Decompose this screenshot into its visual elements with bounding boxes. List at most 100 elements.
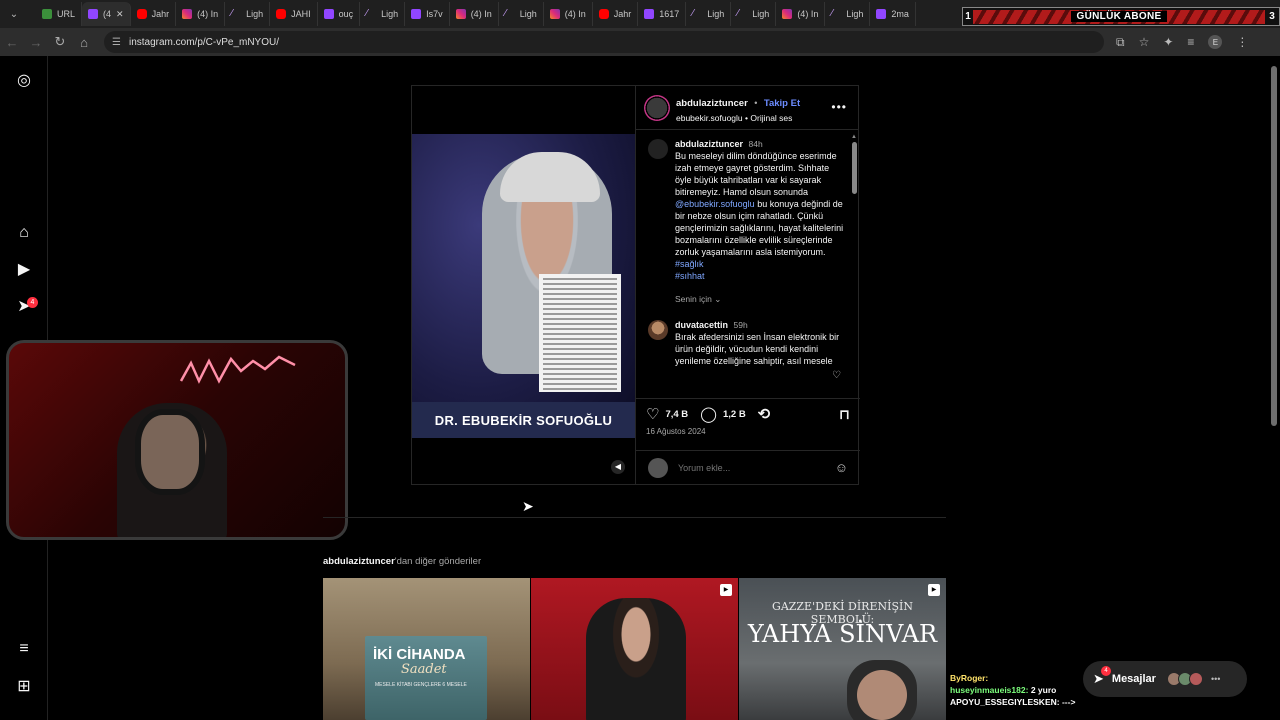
caption-mention-link[interactable]: @ebubekir.sofuoglu (675, 199, 755, 209)
man-portrait (586, 598, 686, 720)
reload-icon[interactable]: ↻ (48, 34, 72, 50)
bookmark-star-icon[interactable]: ☆ (1139, 35, 1150, 49)
browser-tab[interactable]: (4) In (176, 2, 226, 26)
tab-label: 1617 (659, 9, 680, 19)
reel-video[interactable]: DR. EBUBEKİR SOFUOĞLU ◀ (412, 86, 635, 484)
instagram-logo-icon[interactable]: ◎ (15, 72, 33, 90)
browser-tab[interactable]: URL (28, 2, 83, 26)
comments-scrollbar[interactable]: ▲ (851, 134, 857, 392)
emoji-icon[interactable]: ☺ (835, 460, 848, 475)
author-avatar[interactable] (644, 94, 670, 121)
tab-search-icon[interactable]: ⌄ (0, 0, 28, 28)
author-username[interactable]: abdulaziztuncer (676, 98, 748, 109)
commenter-username[interactable]: duvatacettin (675, 320, 728, 330)
lightshot-icon: ⁄ (692, 8, 694, 19)
browser-menu-icon[interactable]: ⋮ (1236, 35, 1248, 49)
hashtag-link[interactable]: #sıhhat (675, 271, 705, 281)
site-info-icon[interactable]: ☰ (112, 37, 121, 48)
follow-button[interactable]: Takip Et (764, 98, 800, 109)
comment-row: duvatacettin 59h Bırak afedersinizi sen … (648, 319, 845, 367)
comment-like-icon[interactable]: ♡ (832, 370, 841, 381)
browser-tab[interactable]: 2ma (870, 2, 916, 26)
caption-text: Bu meseleyi dilim döndüğünce eserimde iz… (675, 151, 837, 197)
like-icon[interactable]: ♡ (646, 405, 659, 423)
browser-tab[interactable]: (4) In (544, 2, 593, 26)
save-bookmark-icon[interactable]: ⊓ (839, 406, 850, 423)
back-icon[interactable]: ← (0, 35, 24, 50)
forward-icon[interactable]: → (24, 35, 48, 50)
more-menu-icon[interactable]: ≡ (15, 640, 33, 658)
post-thumbnail[interactable]: ▶ (531, 578, 738, 720)
comments-section: abdulaziztuncer 84h Bu meseleyi dilim dö… (636, 130, 859, 392)
browser-tab[interactable]: ⁄ Ligh (225, 2, 271, 26)
more-posts-grid: İKİ CİHANDA Saadet MESELE KİTABI GENÇLER… (323, 578, 946, 720)
streamer-head (135, 409, 205, 495)
repost-icon[interactable]: ⟲ (758, 405, 771, 423)
address-bar-row: ← → ↻ ⌂ ☰ instagram.com/p/C-vPe_mNYOU/ ⧉… (0, 28, 1280, 56)
caption-username[interactable]: abdulaziztuncer (675, 139, 743, 149)
post-actions: ♡ 7,4 B ◯ 1,2 B ⟲ ⊓ 16 Ağustos 2024 (636, 398, 860, 450)
home-icon[interactable]: ⌂ (72, 35, 96, 50)
reels-nav-icon[interactable]: ▶ (15, 261, 33, 279)
chat-line: huseyinmaueis182: 2 yuro (950, 685, 1057, 695)
browser-tab[interactable]: ouç (318, 2, 361, 26)
tab-label: Jahr (613, 9, 632, 19)
reel-icon: ▶ (720, 584, 732, 596)
page-scrollbar[interactable] (1271, 58, 1278, 428)
browser-tab[interactable]: ⁄ Ligh (360, 2, 406, 26)
extensions-icon[interactable]: ✦ (1163, 35, 1173, 49)
post-thumbnail[interactable]: İKİ CİHANDA Saadet MESELE KİTABI GENÇLER… (323, 578, 530, 720)
browser-tab[interactable]: (4) In (776, 2, 826, 26)
tab-label: JAHI (291, 9, 311, 19)
close-tab-icon[interactable]: ✕ (116, 9, 124, 20)
tab-label: 2ma (891, 9, 909, 19)
more-posts-username[interactable]: abdulaziztuncer (323, 556, 395, 567)
browser-tab[interactable]: (4 ✕ (82, 2, 131, 26)
install-app-icon[interactable]: ⧉ (1116, 35, 1125, 50)
more-posts-title: abdulaziztuncer'dan diğer gönderiler (323, 556, 482, 567)
more-options-icon[interactable]: ••• (831, 100, 847, 114)
add-comment-bar: ☺ (636, 450, 860, 484)
chat-line: ByRoger: (950, 673, 989, 683)
caption-avatar[interactable] (648, 139, 668, 159)
tab-label: Ligh (752, 9, 770, 19)
url-field[interactable]: ☰ instagram.com/p/C-vPe_mNYOU/ (104, 31, 1104, 53)
thumbnail-title: YAHYA SİNVAR (747, 620, 938, 648)
hashtag-link[interactable]: #sağlık (675, 259, 704, 269)
commenter-avatar[interactable] (648, 320, 668, 340)
browser-tab[interactable]: ⁄ Ligh (499, 2, 544, 26)
browser-tab[interactable]: Is7v (405, 2, 450, 26)
tab-label: Ligh (246, 9, 264, 19)
browser-tab[interactable]: (4) In (450, 2, 499, 26)
post-sidebar: abdulaziztuncer • Takip Et ebubekir.sofu… (635, 86, 860, 484)
home-nav-icon[interactable]: ⌂ (15, 224, 33, 242)
tab-label: (4) In (564, 9, 586, 19)
media-controls-icon[interactable]: ≡ (1187, 35, 1194, 49)
lightshot-icon: ⁄ (366, 8, 368, 19)
book-title: İKİ CİHANDA (373, 646, 466, 663)
twitch-icon (411, 9, 422, 19)
threads-icon[interactable]: ⊞ (15, 678, 33, 696)
tab-label: Ligh (381, 9, 399, 19)
post-thumbnail[interactable]: GAZZE'DEKİ DİRENİŞİN SEMBOLÜ: YAHYA SİNV… (739, 578, 946, 720)
messages-button[interactable]: ➤ 4 Mesajlar ••• (1083, 661, 1247, 697)
profile-avatar[interactable]: E (1208, 35, 1223, 49)
more-dots-icon: ••• (1210, 674, 1221, 684)
audio-label[interactable]: Orijinal ses (750, 113, 792, 123)
browser-tab[interactable]: Jahr (131, 2, 177, 26)
like-count[interactable]: 7,4 B (665, 409, 688, 420)
post-date[interactable]: 16 Ağustos 2024 (646, 427, 850, 436)
for-you-dropdown[interactable]: Senin için ⌄ (675, 294, 845, 305)
comment-input[interactable] (678, 462, 835, 473)
video-lower-third: DR. EBUBEKİR SOFUOĞLU (412, 402, 635, 438)
audio-username[interactable]: ebubekir.sofuoglu (676, 113, 743, 123)
volume-icon[interactable]: ◀ (611, 460, 625, 474)
comment-icon[interactable]: ◯ (700, 405, 717, 423)
lightshot-icon: ⁄ (504, 8, 507, 19)
browser-tab[interactable]: JAHI (270, 2, 318, 26)
browser-tab[interactable]: ⁄ Ligh (686, 2, 732, 26)
browser-tab[interactable]: ⁄ Ligh (731, 2, 777, 26)
browser-tab[interactable]: 1617 (638, 2, 687, 26)
browser-tab[interactable]: ⁄ Ligh (825, 2, 871, 26)
browser-tab[interactable]: Jahr (593, 2, 639, 26)
